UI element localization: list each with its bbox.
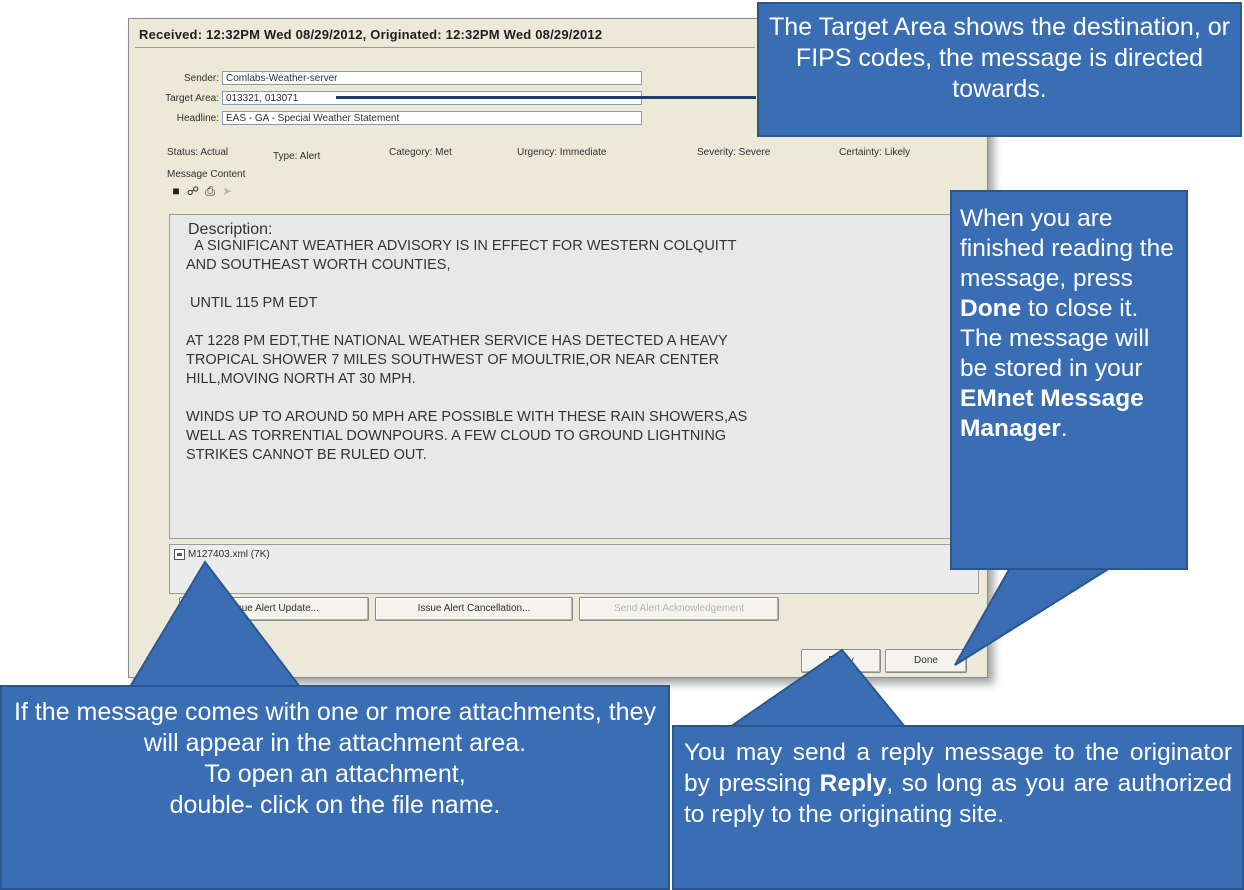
attachment-callout-line-2: To open an attachment, [204,760,466,788]
attachment-callout-line-1: If the message comes with one or more at… [14,698,656,757]
target-area-callout-text: The Target Area shows the destination, o… [769,13,1230,103]
target-area-callout: The Target Area shows the destination, o… [757,2,1242,137]
done-callout-pointer [954,567,1114,666]
reply-callout-pointer [726,648,908,728]
done-callout: When you are finished reading the messag… [950,190,1188,570]
done-callout-text-1: When you are finished reading the messag… [960,205,1174,292]
done-callout-bold-manager: EMnet Message Manager [960,385,1144,442]
attachment-callout: If the message comes with one or more at… [0,685,670,890]
attach-callout-pointer [128,560,303,688]
done-callout-text-3: . [1060,415,1068,442]
attachment-callout-line-3: double- click on the file name. [169,791,501,819]
reply-callout: You may send a reply message to the orig… [672,725,1244,890]
done-callout-bold-done: Done [960,295,1022,322]
reply-callout-bold-reply: Reply [819,770,887,797]
